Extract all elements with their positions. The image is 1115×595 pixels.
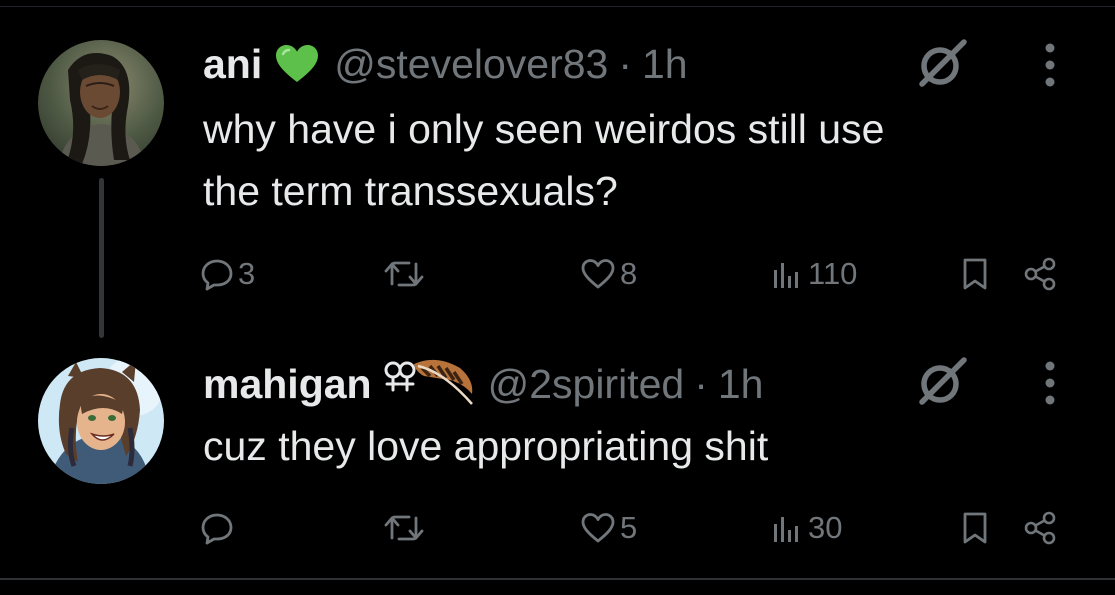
separator-dot: · [694, 360, 708, 407]
reply-icon [201, 259, 233, 291]
like-button[interactable]: 5 [580, 503, 637, 553]
bookmark-button[interactable] [960, 503, 990, 553]
avatar-illustration [38, 358, 164, 484]
views-count: 30 [808, 510, 843, 545]
avatar-photo [38, 40, 164, 166]
retweet-button[interactable] [383, 503, 425, 553]
tweet-actions: 3 8 110 [0, 249, 1115, 299]
reply-icon [201, 513, 233, 545]
user-handle[interactable]: @stevelover83 [334, 41, 608, 88]
retweet-button[interactable] [383, 249, 425, 299]
reply-button[interactable]: 3 [200, 249, 255, 299]
symbol-and-feather-icon [384, 356, 474, 412]
share-button[interactable] [1022, 503, 1058, 553]
tweet-text: cuz they love appropriating shit [203, 415, 1083, 477]
tweet-actions: 5 30 [0, 503, 1115, 553]
bookmark-icon [963, 258, 987, 290]
share-icon [1024, 511, 1056, 545]
user-handle[interactable]: @2spirited [488, 361, 685, 408]
heart-icon [581, 513, 615, 543]
retweet-icon [384, 261, 424, 287]
bottom-divider [0, 578, 1115, 580]
views-count: 110 [808, 256, 858, 291]
views-chart-icon [774, 263, 798, 288]
like-count: 8 [620, 256, 638, 291]
green-heart-icon [274, 44, 320, 84]
tweet-header: mahigan @2spirited · 1h [203, 356, 763, 412]
bookmark-icon [963, 512, 987, 544]
timestamp[interactable]: 1h [642, 41, 688, 88]
separator-dot: · [618, 40, 632, 87]
avatar[interactable] [38, 358, 164, 484]
more-options-icon[interactable] [1040, 358, 1060, 408]
tweet-text-line: the term transsexuals? [203, 168, 618, 214]
timestamp[interactable]: 1h [718, 361, 764, 408]
reply-count: 3 [238, 256, 256, 291]
display-name[interactable]: mahigan [203, 361, 372, 408]
reply-button[interactable] [200, 503, 238, 553]
views-button[interactable]: 30 [770, 503, 842, 553]
avatar[interactable] [38, 40, 164, 166]
grok-icon[interactable] [914, 354, 970, 410]
more-options-icon[interactable] [1040, 40, 1060, 90]
heart-icon [581, 259, 615, 289]
share-icon [1024, 257, 1056, 291]
retweet-icon [384, 515, 424, 541]
top-divider [0, 6, 1115, 7]
tweet-header: ani @stevelover83 · 1h [203, 36, 688, 92]
display-name[interactable]: ani [203, 41, 262, 88]
tweet-text-line: cuz they love appropriating shit [203, 423, 769, 469]
grok-icon[interactable] [914, 36, 970, 92]
bookmark-button[interactable] [960, 249, 990, 299]
views-button[interactable]: 110 [770, 249, 857, 299]
tweet-text: why have i only seen weirdos still use t… [203, 98, 1083, 222]
views-chart-icon [774, 517, 798, 542]
like-count: 5 [620, 510, 638, 545]
like-button[interactable]: 8 [580, 249, 637, 299]
tweet-text-line: why have i only seen weirdos still use [203, 106, 885, 152]
share-button[interactable] [1022, 249, 1058, 299]
